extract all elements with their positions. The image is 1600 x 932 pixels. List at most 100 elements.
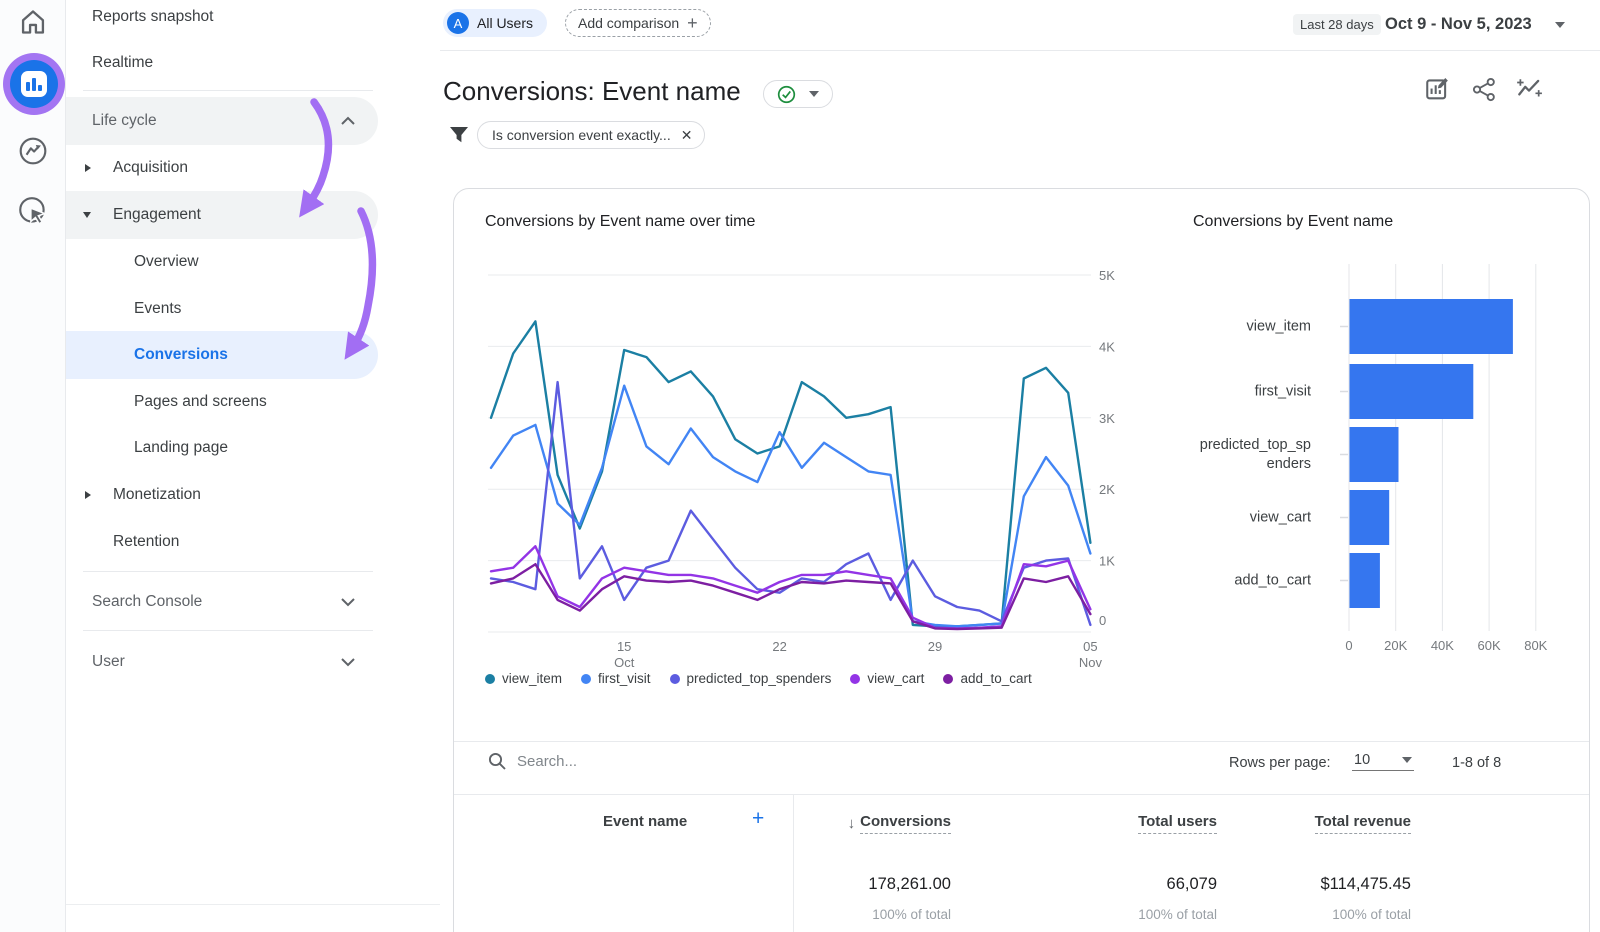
total-users-value: 66,079 bbox=[1167, 875, 1217, 894]
nav-item-monetization[interactable]: Monetization bbox=[66, 479, 378, 511]
svg-text:22: 22 bbox=[772, 639, 786, 654]
svg-text:4K: 4K bbox=[1099, 339, 1115, 354]
line-chart-legend: view_item first_visit predicted_top_spende… bbox=[485, 671, 1032, 686]
close-icon[interactable]: ✕ bbox=[681, 127, 693, 144]
total-revenue-value: $114,475.45 bbox=[1320, 875, 1411, 894]
nav-item-label: Retention bbox=[113, 533, 179, 551]
svg-text:1K: 1K bbox=[1099, 554, 1115, 569]
rows-per-page-label: Rows per page: bbox=[1229, 755, 1331, 771]
total-users-percent: 100% of total bbox=[1138, 907, 1217, 922]
bar-view_cart bbox=[1350, 490, 1390, 545]
line-series-predicted_top_spenders bbox=[491, 382, 1090, 625]
bar-chart-title: Conversions by Event name bbox=[1193, 213, 1393, 231]
nav-item-realtime[interactable]: Realtime bbox=[66, 47, 378, 79]
column-header-total-users[interactable]: Total users bbox=[1138, 813, 1217, 834]
caret-down-icon bbox=[1402, 757, 1412, 763]
nav-section-user[interactable]: User bbox=[66, 646, 378, 678]
column-header-label: Total revenue bbox=[1315, 813, 1411, 834]
add-comparison-label: Add comparison bbox=[578, 15, 679, 31]
legend-item-view_item[interactable]: view_item bbox=[485, 671, 562, 686]
ga4-reports-page: Reports snapshot Realtime Life cycle Acq… bbox=[0, 0, 1600, 932]
nav-item-reports-snapshot[interactable]: Reports snapshot bbox=[66, 1, 378, 33]
toolbar-divider bbox=[440, 50, 1600, 51]
bar-first_visit bbox=[1350, 364, 1474, 419]
nav-section-life-cycle[interactable]: Life cycle bbox=[66, 97, 378, 145]
column-header-total-revenue[interactable]: Total revenue bbox=[1315, 813, 1411, 834]
nav-section-search-console[interactable]: Search Console bbox=[66, 586, 378, 618]
nav-item-label: Acquisition bbox=[113, 159, 188, 177]
bar-add_to_cart bbox=[1350, 553, 1380, 608]
all-users-segment-chip[interactable]: A All Users bbox=[443, 9, 547, 37]
reports-nav: Reports snapshot Realtime Life cycle Acq… bbox=[66, 0, 440, 905]
total-conversions-value: 178,261.00 bbox=[868, 875, 951, 894]
nav-item-label: Events bbox=[134, 300, 181, 318]
legend-label: view_item bbox=[502, 671, 562, 686]
svg-text:Oct: Oct bbox=[614, 655, 635, 670]
caret-down-icon bbox=[809, 91, 819, 97]
svg-text:2K: 2K bbox=[1099, 482, 1115, 497]
column-header-conversions[interactable]: ↓ Conversions bbox=[848, 813, 951, 834]
insights-icon[interactable] bbox=[1515, 76, 1543, 102]
nav-item-engagement[interactable]: Engagement bbox=[66, 191, 378, 239]
svg-text:Nov: Nov bbox=[1079, 655, 1103, 670]
add-column-button[interactable]: + bbox=[752, 807, 764, 831]
customize-report-icon[interactable] bbox=[1424, 75, 1450, 101]
nav-item-label: Monetization bbox=[113, 486, 201, 504]
app-rail bbox=[0, 0, 66, 932]
line-series-view_item bbox=[491, 321, 1090, 626]
home-icon[interactable] bbox=[0, 8, 66, 36]
plus-icon: + bbox=[687, 14, 698, 32]
legend-item-view_cart[interactable]: view_cart bbox=[850, 671, 924, 686]
explore-icon[interactable] bbox=[0, 136, 66, 166]
share-icon[interactable] bbox=[1472, 77, 1497, 102]
legend-item-add_to_cart[interactable]: add_to_cart bbox=[943, 671, 1031, 686]
nav-item-overview[interactable]: Overview bbox=[66, 246, 378, 278]
advertising-icon[interactable] bbox=[0, 196, 66, 230]
nav-item-label: Landing page bbox=[134, 439, 228, 457]
conversion-status-dropdown[interactable] bbox=[763, 80, 833, 108]
table-column-divider bbox=[793, 794, 794, 932]
table-header-divider bbox=[454, 794, 1589, 795]
line-series-view_cart bbox=[491, 546, 1090, 628]
legend-dot bbox=[670, 674, 680, 684]
legend-item-first_visit[interactable]: first_visit bbox=[581, 671, 651, 686]
legend-dot bbox=[943, 674, 953, 684]
search-input[interactable] bbox=[517, 753, 777, 770]
svg-text:40K: 40K bbox=[1431, 638, 1454, 653]
reports-icon[interactable] bbox=[10, 60, 58, 108]
nav-divider bbox=[83, 90, 373, 91]
add-comparison-button[interactable]: Add comparison + bbox=[565, 9, 711, 37]
bar-predicted_top_spenders bbox=[1350, 427, 1399, 482]
table-top-divider bbox=[454, 741, 1589, 742]
expand-arrow-icon bbox=[85, 491, 91, 499]
nav-item-events[interactable]: Events bbox=[66, 293, 378, 325]
nav-item-conversions-selected[interactable]: Conversions bbox=[66, 331, 378, 379]
legend-dot bbox=[485, 674, 495, 684]
nav-item-label: Engagement bbox=[113, 206, 201, 224]
bar-view_item bbox=[1350, 299, 1513, 354]
legend-dot bbox=[850, 674, 860, 684]
column-header-event-name[interactable]: Event name bbox=[603, 813, 687, 830]
nav-item-acquisition[interactable]: Acquisition bbox=[66, 152, 378, 184]
bar-category-label: predicted_top_spenders bbox=[1199, 436, 1311, 474]
nav-section-label: Life cycle bbox=[92, 112, 157, 130]
line-series-add_to_cart bbox=[491, 564, 1090, 629]
column-header-label: Conversions bbox=[860, 813, 951, 834]
nav-section-label: Search Console bbox=[92, 593, 202, 611]
filter-chip[interactable]: Is conversion event exactly... ✕ bbox=[477, 121, 705, 149]
rows-per-page-select[interactable]: 10 bbox=[1352, 749, 1414, 771]
legend-label: add_to_cart bbox=[960, 671, 1031, 686]
nav-item-label: Pages and screens bbox=[134, 393, 267, 411]
expand-arrow-icon bbox=[85, 164, 91, 172]
caret-down-icon[interactable] bbox=[1555, 22, 1565, 28]
total-revenue-percent: 100% of total bbox=[1332, 907, 1411, 922]
nav-item-retention[interactable]: Retention bbox=[66, 526, 378, 558]
nav-item-label: Overview bbox=[134, 253, 199, 271]
date-range-picker[interactable]: Oct 9 - Nov 5, 2023 bbox=[1385, 15, 1532, 34]
nav-item-landing-page[interactable]: Landing page bbox=[66, 432, 378, 464]
chevron-down-icon bbox=[340, 597, 356, 607]
legend-item-predicted_top_spenders[interactable]: predicted_top_spenders bbox=[670, 671, 832, 686]
reports-nav-highlight bbox=[3, 53, 65, 115]
segment-avatar: A bbox=[447, 12, 469, 34]
nav-item-pages-and-screens[interactable]: Pages and screens bbox=[66, 386, 378, 418]
